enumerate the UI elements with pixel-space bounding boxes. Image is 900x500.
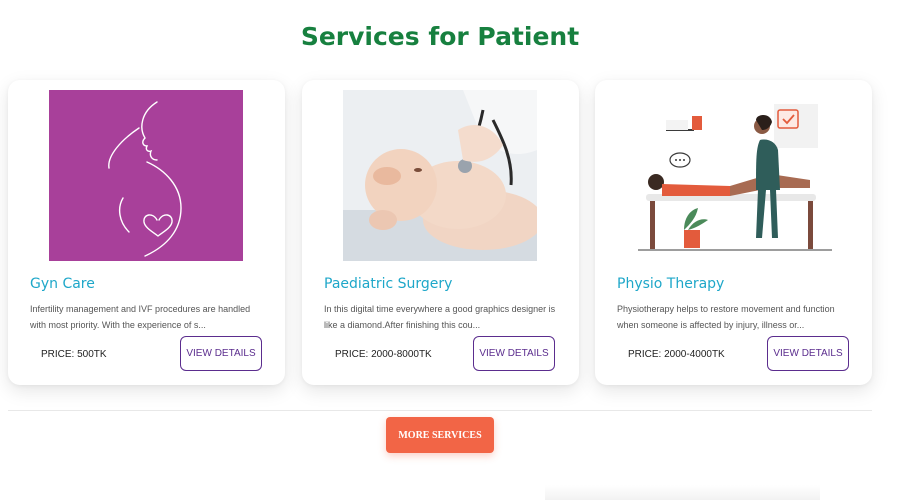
service-title: Paediatric Surgery [324,276,453,292]
service-description: In this digital time everywhere a good g… [324,304,556,330]
gyn-care-image [49,90,243,261]
physiotherapy-icon [638,90,832,261]
baby-stethoscope-icon [343,90,537,261]
section-title: Services for Patient [300,22,580,51]
service-card-physio-therapy: Physio Therapy Physiotherapy helps to re… [595,80,872,385]
physio-therapy-image [638,90,832,261]
service-card-gyn-care: Gyn Care Infertility management and IVF … [8,80,285,385]
service-card-paediatric-surgery: Paediatric Surgery In this digital time … [302,80,579,385]
more-services-button[interactable]: MORE SERVICES [386,417,494,453]
view-details-button[interactable]: VIEW DETAILS [473,336,555,371]
paediatric-surgery-image [343,90,537,261]
service-price: PRICE: 500TK [41,349,107,360]
service-price: PRICE: 2000-8000TK [335,349,432,360]
service-description: Infertility management and IVF procedure… [30,304,251,330]
pregnancy-heart-icon [108,101,182,257]
service-title: Gyn Care [30,276,95,292]
view-details-button[interactable]: VIEW DETAILS [767,336,849,371]
view-details-button[interactable]: VIEW DETAILS [180,336,262,371]
service-description: Physiotherapy helps to restore movement … [617,304,835,330]
section-divider [8,410,872,411]
service-price: PRICE: 2000-4000TK [628,349,725,360]
service-title: Physio Therapy [617,276,725,292]
footer-shadow [545,485,820,500]
